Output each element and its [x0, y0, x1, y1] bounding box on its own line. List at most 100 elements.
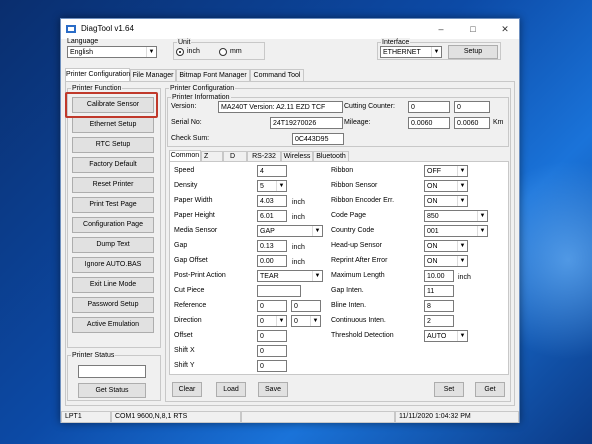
- head-up-sensor-select[interactable]: ON ▼: [424, 240, 468, 252]
- checksum-label: Check Sum:: [171, 135, 210, 142]
- get-status-button[interactable]: Get Status: [78, 383, 146, 398]
- close-icon[interactable]: ✕: [489, 19, 521, 39]
- save-button[interactable]: Save: [258, 382, 288, 397]
- minimize-icon[interactable]: –: [425, 19, 457, 39]
- continuous-inten-field[interactable]: 2: [424, 315, 454, 327]
- subtab-rs232[interactable]: RS-232: [247, 151, 281, 161]
- unit-inch-label: inch: [187, 48, 200, 55]
- gap-inten-field[interactable]: 11: [424, 285, 454, 297]
- tab-command-tool[interactable]: Command Tool: [250, 69, 304, 81]
- chevron-down-icon: ▼: [457, 196, 467, 206]
- gap-unit: inch: [292, 244, 305, 251]
- shift-x-label: Shift X: [174, 347, 195, 354]
- threshold-detection-select[interactable]: AUTO ▼: [424, 330, 468, 342]
- calibrate-sensor-highlight: [65, 92, 158, 118]
- reprint-after-error-select[interactable]: ON ▼: [424, 255, 468, 267]
- gap-offset-label: Gap Offset: [174, 257, 208, 264]
- gap-offset-field[interactable]: 0.00: [257, 255, 287, 267]
- language-select[interactable]: English ▼: [67, 46, 157, 58]
- subtab-z[interactable]: Z: [201, 151, 223, 161]
- ribbon-value: OFF: [427, 168, 441, 175]
- rtc-setup-button[interactable]: RTC Setup: [72, 137, 154, 153]
- print-test-page-button[interactable]: Print Test Page: [72, 197, 154, 213]
- subtab-d[interactable]: D: [223, 151, 247, 161]
- direction-value-2: 0: [294, 318, 298, 325]
- direction-select-1[interactable]: 0 ▼: [257, 315, 287, 327]
- ethernet-setup-button[interactable]: Ethernet Setup: [72, 117, 154, 133]
- tab-file-manager[interactable]: File Manager: [130, 69, 176, 81]
- app-icon: [66, 25, 76, 33]
- offset-label: Offset: [174, 332, 193, 339]
- cut-piece-field[interactable]: [257, 285, 301, 297]
- ribbon-sensor-select[interactable]: ON ▼: [424, 180, 468, 192]
- mileage-field-2: 0.0060: [454, 117, 490, 129]
- subtab-wireless[interactable]: Wireless: [281, 151, 313, 161]
- ribbon-sensor-value: ON: [427, 183, 438, 190]
- head-up-sensor-value: ON: [427, 243, 438, 250]
- reference-y-field[interactable]: 0: [291, 300, 321, 312]
- factory-default-button[interactable]: Factory Default: [72, 157, 154, 173]
- exit-line-mode-button[interactable]: Exit Line Mode: [72, 277, 154, 293]
- status-com: COM1 9600,N,8,1 RTS: [111, 411, 241, 423]
- shift-x-field[interactable]: 0: [257, 345, 287, 357]
- reset-printer-button[interactable]: Reset Printer: [72, 177, 154, 193]
- language-label: Language: [67, 38, 99, 45]
- direction-value-1: 0: [260, 318, 264, 325]
- maximum-length-field[interactable]: 10.00: [424, 270, 454, 282]
- gap-field[interactable]: 0.13: [257, 240, 287, 252]
- chevron-down-icon: ▼: [457, 256, 467, 266]
- load-button[interactable]: Load: [216, 382, 246, 397]
- code-page-label: Code Page: [331, 212, 367, 219]
- media-sensor-select[interactable]: GAP ▼: [257, 225, 323, 237]
- speed-field[interactable]: 4: [257, 165, 287, 177]
- chevron-down-icon: ▼: [310, 316, 320, 326]
- bline-inten-field[interactable]: 8: [424, 300, 454, 312]
- direction-select-2[interactable]: 0 ▼: [291, 315, 321, 327]
- unit-inch-radio[interactable]: [176, 48, 184, 56]
- configuration-page-button[interactable]: Configuration Page: [72, 217, 154, 233]
- subtab-bluetooth[interactable]: Bluetooth: [313, 151, 349, 161]
- subtab-common[interactable]: Common: [169, 150, 201, 161]
- clear-button[interactable]: Clear: [172, 382, 202, 397]
- dump-text-button[interactable]: Dump Text: [72, 237, 154, 253]
- interface-setup-button[interactable]: Setup: [448, 45, 498, 59]
- chevron-down-icon: ▼: [312, 226, 322, 236]
- paper-height-field[interactable]: 6.01: [257, 210, 287, 222]
- media-sensor-label: Media Sensor: [174, 227, 218, 234]
- post-print-action-select[interactable]: TEAR ▼: [257, 270, 323, 282]
- ribbon-sensor-label: Ribbon Sensor: [331, 182, 378, 189]
- unit-mm-radio[interactable]: [219, 48, 227, 56]
- code-page-select[interactable]: 850 ▼: [424, 210, 488, 222]
- density-select[interactable]: 5 ▼: [257, 180, 287, 192]
- chevron-down-icon: ▼: [477, 211, 487, 221]
- ribbon-select[interactable]: OFF ▼: [424, 165, 468, 177]
- post-print-action-value: TEAR: [260, 273, 279, 280]
- set-button[interactable]: Set: [434, 382, 464, 397]
- reference-x-field[interactable]: 0: [257, 300, 287, 312]
- maximize-icon[interactable]: □: [457, 19, 489, 39]
- tab-bitmap-font-manager[interactable]: Bitmap Font Manager: [176, 69, 250, 81]
- password-setup-button[interactable]: Password Setup: [72, 297, 154, 313]
- ribbon-encoder-err-label: Ribbon Encoder Err.: [331, 197, 395, 204]
- interface-group: Interface ETHERNET ▼ Setup: [377, 38, 501, 60]
- country-code-select[interactable]: 001 ▼: [424, 225, 488, 237]
- paper-width-field[interactable]: 4.03: [257, 195, 287, 207]
- ribbon-encoder-err-select[interactable]: ON ▼: [424, 195, 468, 207]
- ignore-autobas-button[interactable]: Ignore AUTO.BAS: [72, 257, 154, 273]
- printer-status-field: [78, 365, 146, 378]
- cutting-counter-label: Cutting Counter:: [344, 103, 395, 110]
- speed-label: Speed: [174, 167, 195, 174]
- chevron-down-icon: ▼: [457, 331, 467, 341]
- cutting-counter-field-1: 0: [408, 101, 450, 113]
- offset-field[interactable]: 0: [257, 330, 287, 342]
- threshold-detection-value: AUTO: [427, 333, 447, 340]
- mileage-field-1: 0.0060: [408, 117, 450, 129]
- interface-select[interactable]: ETHERNET ▼: [380, 46, 442, 58]
- serial-label: Serial No:: [171, 119, 202, 126]
- printer-function-group: Printer Function Calibrate Sensor Ethern…: [67, 84, 161, 348]
- tab-printer-configuration[interactable]: Printer Configuration: [65, 68, 130, 81]
- threshold-detection-label: Threshold Detection: [331, 332, 394, 339]
- active-emulation-button[interactable]: Active Emulation: [72, 317, 154, 333]
- shift-y-field[interactable]: 0: [257, 360, 287, 372]
- get-button[interactable]: Get: [475, 382, 505, 397]
